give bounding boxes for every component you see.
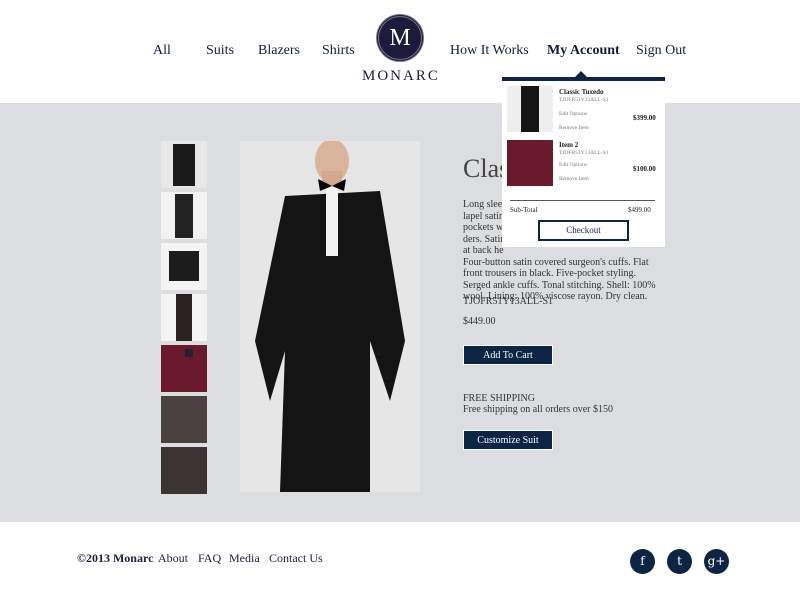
customize-suit-button[interactable]: Customize Suit xyxy=(463,430,553,450)
shipping-text: Free shipping on all orders over $150 xyxy=(463,404,613,415)
copyright: ©2013 Monarc xyxy=(77,551,154,565)
nav-blazers[interactable]: Blazers xyxy=(258,43,300,59)
cart-item-price: $399.00 xyxy=(633,114,656,122)
edit-options-link[interactable]: Edit Options xyxy=(559,162,587,168)
thumbnail[interactable] xyxy=(161,294,207,341)
product-price: $449.00 xyxy=(463,316,496,327)
edit-options-link[interactable]: Edit Options xyxy=(559,111,587,117)
footer-faq[interactable]: FAQ xyxy=(198,551,221,566)
footer-about[interactable]: About xyxy=(158,551,188,566)
nav-all[interactable]: All xyxy=(153,43,171,59)
footer-contact[interactable]: Contact Us xyxy=(269,551,323,566)
cart-item-image xyxy=(507,140,553,186)
thumbnail[interactable] xyxy=(161,141,207,188)
thumbnail[interactable] xyxy=(161,243,207,290)
shipping-title: FREE SHIPPING xyxy=(463,393,535,404)
logo-monogram: M xyxy=(376,14,424,62)
facebook-icon[interactable]: f xyxy=(630,549,655,574)
remove-item-link[interactable]: Remove Item xyxy=(559,125,589,131)
logo-word: MONARC xyxy=(362,68,440,84)
cart-item-sku: TJOFR51Y13ALL-S1 xyxy=(559,97,609,103)
thumbnail[interactable] xyxy=(161,345,207,392)
google-plus-icon[interactable]: g+ xyxy=(704,549,729,574)
thumbnail[interactable] xyxy=(161,396,207,443)
add-to-cart-button[interactable]: Add To Cart xyxy=(463,345,553,365)
cart-dropdown: Classic Tuxedo TJOFR51Y13ALL-S1 Edit Opt… xyxy=(502,77,665,247)
nav-sign-out[interactable]: Sign Out xyxy=(636,43,686,59)
subtotal-label: Sub-Total xyxy=(510,206,538,214)
cart-item-name: Item 2 xyxy=(559,141,579,149)
product-sku: TJOFR51Y13ALL-S1 xyxy=(463,296,554,307)
remove-item-link[interactable]: Remove Item xyxy=(559,176,589,182)
cart-item-sku: TJOFR51Y13ALL-S1 xyxy=(559,150,609,156)
cart-item-image xyxy=(507,86,553,132)
cart-item-price: $100.00 xyxy=(633,165,656,173)
thumbnail[interactable] xyxy=(161,447,207,494)
logo[interactable]: M MONARC xyxy=(362,14,438,85)
footer-media[interactable]: Media xyxy=(229,551,260,566)
product-image xyxy=(240,141,420,492)
twitter-icon[interactable]: t xyxy=(667,549,692,574)
cart-item-name: Classic Tuxedo xyxy=(559,88,604,96)
nav-suits[interactable]: Suits xyxy=(206,43,234,59)
checkout-button[interactable]: Checkout xyxy=(538,220,629,241)
nav-how-it-works[interactable]: How It Works xyxy=(450,43,529,59)
subtotal-value: $499.00 xyxy=(628,206,651,214)
nav-shirts[interactable]: Shirts xyxy=(322,43,355,59)
divider xyxy=(510,200,655,201)
thumbnail[interactable] xyxy=(161,192,207,239)
nav-my-account[interactable]: My Account xyxy=(547,43,620,59)
